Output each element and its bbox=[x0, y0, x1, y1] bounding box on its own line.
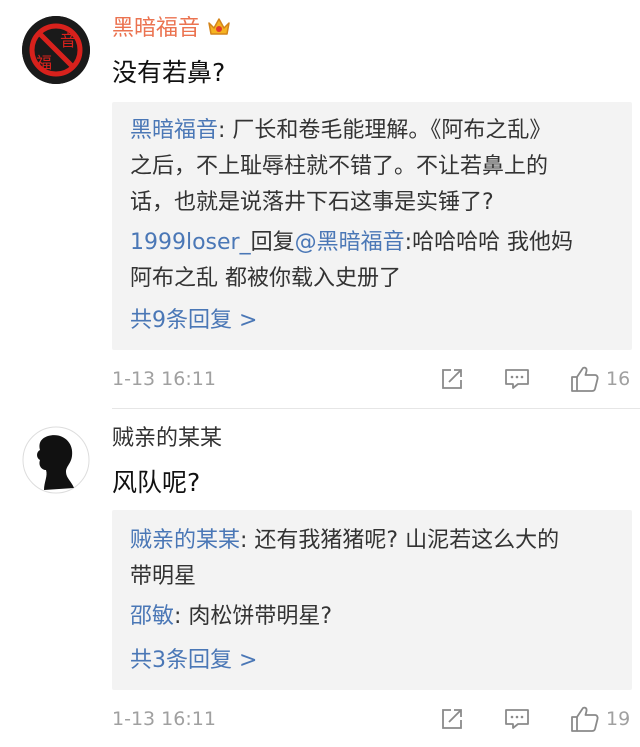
reply-line: 之后，不上耻辱柱就不错了。不让若鼻上的 bbox=[130, 154, 549, 179]
reply-line: 邵敏: 肉松饼带明星? bbox=[130, 602, 332, 632]
vip-crown-icon bbox=[206, 15, 232, 37]
reply-author[interactable]: 黑暗福音 bbox=[130, 118, 218, 143]
comment-icon bbox=[505, 709, 529, 729]
reply-text: 哈哈哈哈 我他妈 bbox=[412, 230, 574, 255]
comment-username[interactable]: 黑暗福音 bbox=[112, 14, 232, 44]
reply-word: 回复 bbox=[250, 230, 295, 255]
reply-line: 黑暗福音: 厂长和卷毛能理解。《阿布之乱》 bbox=[130, 116, 551, 146]
like-icon bbox=[571, 706, 599, 732]
reply-text: 还有我猪猪呢? 山泥若这么大的 bbox=[254, 528, 560, 553]
username-text[interactable]: 黑暗福音 bbox=[112, 16, 200, 41]
repost-button[interactable] bbox=[440, 704, 464, 734]
reply-box[interactable]: 黑暗福音: 厂长和卷毛能理解。《阿布之乱》 之后，不上耻辱柱就不错了。不让若鼻上… bbox=[112, 102, 632, 350]
comment-meta: 1-13 16:11 16 bbox=[112, 364, 632, 394]
reply-line: 贼亲的某某: 还有我猪猪呢? 山泥若这么大的 bbox=[130, 526, 559, 556]
comment-item: 贼亲的某某 风队呢? 贼亲的某某: 还有我猪猪呢? 山泥若这么大的 带明星 邵敏… bbox=[0, 410, 640, 747]
reply-line: 阿布之乱 都被你载入史册了 bbox=[130, 266, 401, 291]
avatar-image: 音 福 bbox=[22, 16, 90, 84]
reply-line: 话，也就是说落井下石这事是实锤了? bbox=[130, 190, 494, 215]
like-icon bbox=[571, 366, 599, 392]
comment-text: 没有若鼻? bbox=[112, 58, 226, 87]
reply-separator: : bbox=[174, 604, 189, 629]
comment-text: 风队呢? bbox=[112, 468, 201, 497]
more-replies-link[interactable]: 共9条回复 > bbox=[130, 306, 257, 336]
reply-author[interactable]: 1999loser_ bbox=[130, 230, 251, 255]
comment-button[interactable] bbox=[504, 364, 530, 394]
reply-author[interactable]: 邵敏 bbox=[130, 604, 174, 629]
reply-line: 1999loser_回复@黑暗福音:哈哈哈哈 我他妈 bbox=[130, 228, 573, 258]
comment-divider bbox=[112, 408, 640, 409]
repost-icon bbox=[442, 709, 462, 729]
mention-link[interactable]: @黑暗福音 bbox=[295, 230, 405, 255]
reply-text: 厂长和卷毛能理解。《阿布之乱》 bbox=[232, 118, 552, 143]
like-count: 16 bbox=[606, 368, 631, 390]
reply-author[interactable]: 贼亲的某某 bbox=[130, 528, 240, 553]
more-replies-link[interactable]: 共3条回复 > bbox=[130, 646, 257, 676]
comment-button[interactable] bbox=[504, 704, 530, 734]
avatar[interactable] bbox=[22, 426, 90, 494]
repost-icon bbox=[442, 369, 462, 389]
repost-button[interactable] bbox=[440, 364, 464, 394]
reply-separator: : bbox=[218, 118, 233, 143]
reply-separator: : bbox=[240, 528, 255, 553]
avatar-char-2: 福 bbox=[36, 53, 52, 72]
like-count: 19 bbox=[606, 708, 631, 730]
reply-line: 带明星 bbox=[130, 564, 197, 589]
reply-text: 肉松饼带明星? bbox=[188, 604, 333, 629]
comment-timestamp: 1-13 16:11 bbox=[112, 708, 216, 730]
like-button[interactable]: 19 bbox=[570, 704, 630, 734]
avatar[interactable]: 音 福 bbox=[22, 16, 90, 84]
avatar-image bbox=[22, 426, 90, 494]
avatar-char-1: 音 bbox=[60, 31, 76, 50]
like-button[interactable]: 16 bbox=[570, 364, 630, 394]
comment-meta: 1-13 16:11 19 bbox=[112, 704, 632, 734]
reply-box[interactable]: 贼亲的某某: 还有我猪猪呢? 山泥若这么大的 带明星 邵敏: 肉松饼带明星? 共… bbox=[112, 510, 632, 690]
comment-timestamp: 1-13 16:11 bbox=[112, 368, 216, 390]
comment-username[interactable]: 贼亲的某某 bbox=[112, 424, 222, 454]
comment-icon bbox=[505, 369, 529, 389]
reply-separator: : bbox=[404, 230, 413, 255]
comment-item: 音 福 黑暗福音 没有若鼻? 黑暗福音: 厂长和卷毛能理解。《阿布之乱》 之后，… bbox=[0, 0, 640, 410]
